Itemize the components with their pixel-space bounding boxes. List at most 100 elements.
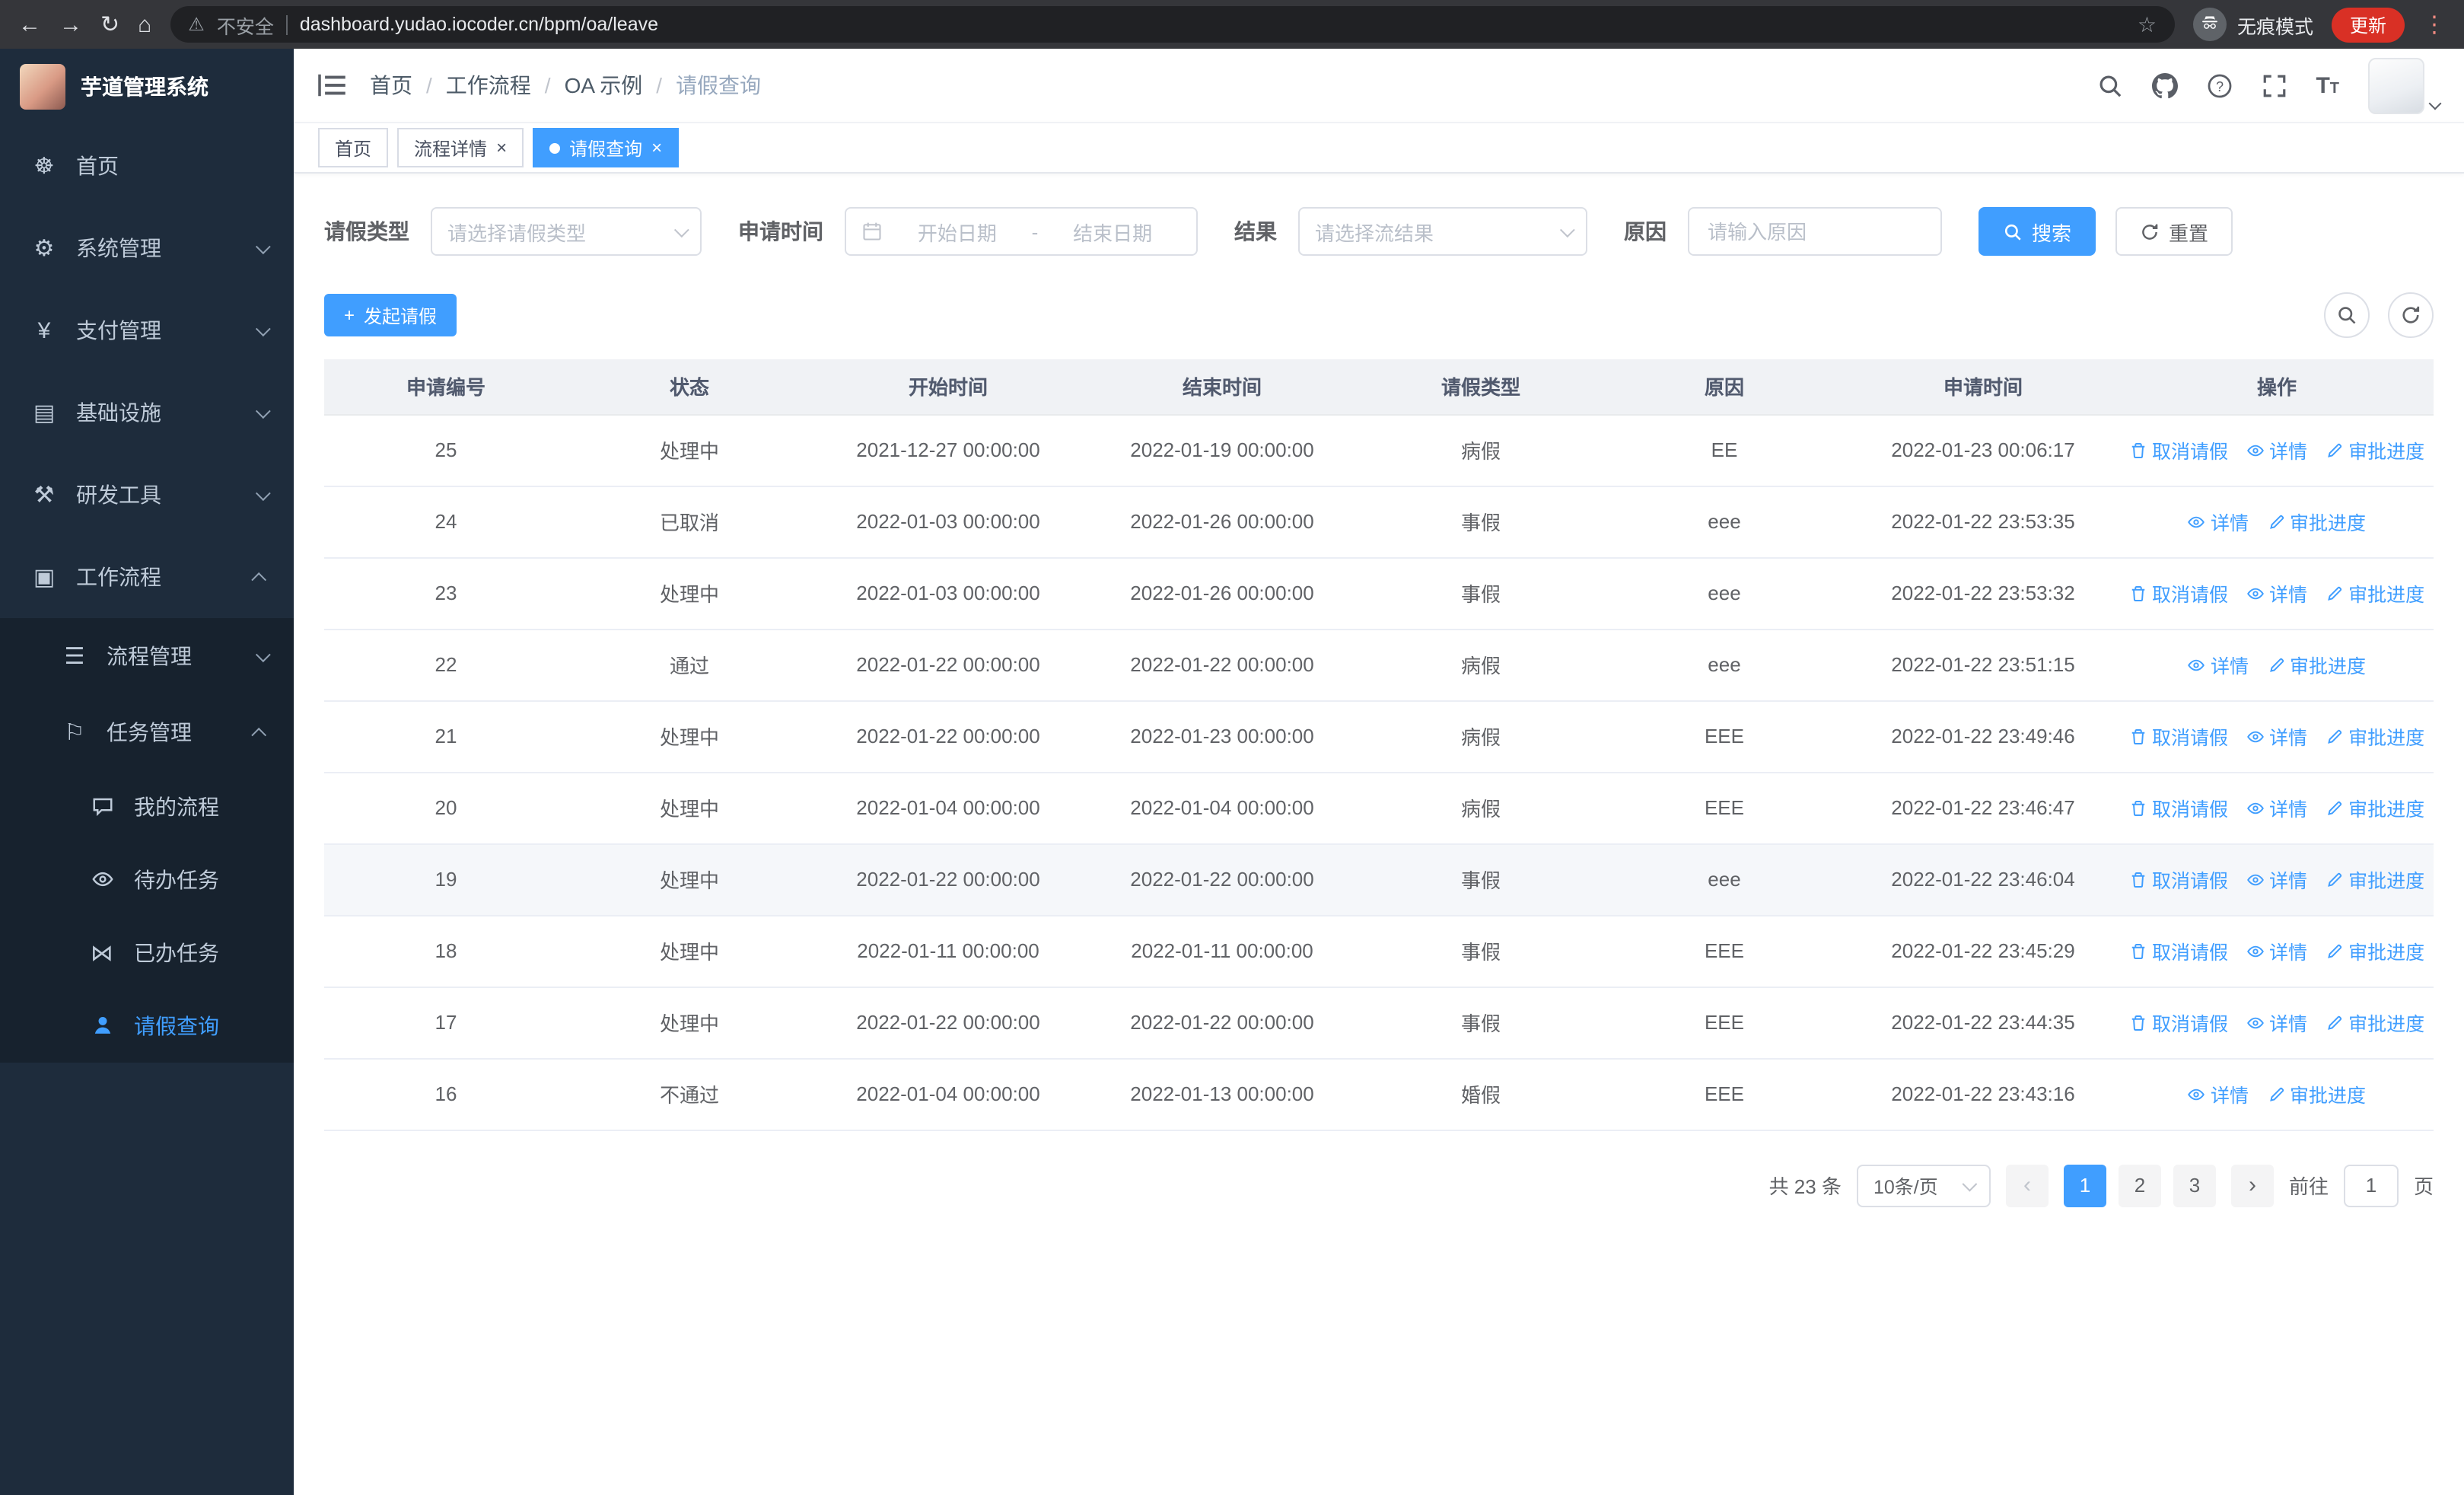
browser-menu-icon[interactable]: ⋮: [2423, 11, 2446, 38]
back-icon[interactable]: ←: [18, 13, 41, 36]
close-icon[interactable]: ×: [651, 139, 662, 157]
status-cell: 处理中: [568, 772, 811, 844]
breadcrumb-item[interactable]: 首页: [370, 70, 412, 100]
reset-button[interactable]: 重置: [2115, 207, 2233, 256]
reason-cell: eee: [1603, 557, 1846, 630]
row-actions-cell: 详情 审批进度: [2120, 486, 2434, 558]
action-label: 取消请假: [2152, 871, 2229, 892]
sidebar-item-infra[interactable]: ▤ 基础设施: [0, 371, 294, 454]
end-date-input[interactable]: 结束日期: [1044, 217, 1181, 246]
collapse-sidebar-icon[interactable]: [318, 73, 345, 97]
sidebar-item-todo-tasks[interactable]: 待办任务: [0, 843, 294, 916]
security-label[interactable]: 不安全: [217, 10, 274, 39]
tab-leave-query[interactable]: 请假查询 ×: [533, 128, 680, 167]
audit-progress-link[interactable]: 审批进度: [2326, 722, 2424, 751]
detail-link[interactable]: 详情: [2246, 722, 2307, 751]
forward-icon[interactable]: →: [59, 13, 82, 36]
sidebar-item-task-mgmt[interactable]: ⚐ 任务管理: [0, 694, 294, 770]
tab-home[interactable]: 首页: [318, 128, 389, 167]
cancel-leave-link[interactable]: 取消请假: [2129, 936, 2228, 965]
col-reason: 原因: [1603, 359, 1846, 415]
search-button[interactable]: 搜索: [1979, 207, 2096, 256]
app-logo[interactable]: 芋道管理系统: [0, 49, 294, 125]
help-icon[interactable]: ?: [2206, 72, 2232, 98]
sidebar-item-leave-query[interactable]: 请假查询: [0, 990, 294, 1063]
sidebar-item-label: 研发工具: [76, 483, 161, 507]
leave-type-select[interactable]: 请选择请假类型: [431, 207, 702, 256]
sidebar-item-system[interactable]: ⚙ 系统管理: [0, 207, 294, 289]
font-size-icon[interactable]: TT: [2316, 74, 2339, 97]
cancel-leave-link[interactable]: 取消请假: [2129, 1008, 2228, 1037]
reason-cell: eee: [1603, 629, 1846, 701]
detail-link[interactable]: 详情: [2246, 579, 2307, 607]
calendar-icon: [861, 221, 883, 242]
fullscreen-icon[interactable]: [2261, 72, 2287, 98]
detail-link[interactable]: 详情: [2246, 865, 2307, 894]
update-button[interactable]: 更新: [2331, 7, 2405, 42]
detail-link[interactable]: 详情: [2246, 1008, 2307, 1037]
reason-input[interactable]: [1688, 207, 1942, 256]
breadcrumb-item[interactable]: 工作流程: [446, 70, 531, 100]
audit-progress-link[interactable]: 审批进度: [2326, 579, 2424, 607]
sidebar-item-process-mgmt[interactable]: ☰ 流程管理: [0, 618, 294, 694]
cancel-leave-link[interactable]: 取消请假: [2129, 435, 2228, 464]
audit-progress-link[interactable]: 审批进度: [2267, 650, 2366, 679]
create-leave-button[interactable]: + 发起请假: [324, 294, 457, 336]
refresh-table-button[interactable]: [2388, 292, 2434, 338]
start-date-input[interactable]: 开始日期: [889, 217, 1026, 246]
page-button-2[interactable]: 2: [2118, 1164, 2161, 1207]
breadcrumb-item[interactable]: OA 示例: [565, 70, 643, 100]
github-icon[interactable]: [2151, 72, 2178, 98]
user-menu[interactable]: [2368, 57, 2442, 113]
tab-process-detail[interactable]: 流程详情 ×: [397, 128, 524, 167]
avatar[interactable]: [2368, 57, 2424, 113]
close-icon[interactable]: ×: [496, 139, 507, 157]
detail-link[interactable]: 详情: [2246, 936, 2307, 965]
audit-progress-link[interactable]: 审批进度: [2326, 865, 2424, 894]
detail-link[interactable]: 详情: [2188, 650, 2249, 679]
page-button-3[interactable]: 3: [2173, 1164, 2216, 1207]
tab-label: 请假查询: [569, 138, 643, 159]
detail-link[interactable]: 详情: [2188, 507, 2249, 536]
sidebar-item-workflow[interactable]: ▣ 工作流程: [0, 536, 294, 618]
apply-time-range-picker[interactable]: 开始日期 - 结束日期: [845, 207, 1198, 256]
prev-page-button[interactable]: ‹: [2005, 1164, 2049, 1207]
sidebar-item-devtools[interactable]: ⚒ 研发工具: [0, 454, 294, 536]
leave-type-cell: 病假: [1359, 629, 1603, 701]
browser-home-icon[interactable]: ⌂: [138, 13, 151, 36]
filter-form: 请假类型 请选择请假类型 申请时间 开始日期 - 结束日期 结果 请选择流结果 …: [324, 207, 2434, 256]
sidebar-item-my-process[interactable]: 我的流程: [0, 770, 294, 843]
cancel-leave-link[interactable]: 取消请假: [2129, 865, 2228, 894]
cancel-leave-link[interactable]: 取消请假: [2129, 793, 2228, 822]
page-unit-label: 页: [2413, 1175, 2434, 1198]
audit-progress-link[interactable]: 审批进度: [2267, 1079, 2366, 1108]
detail-link[interactable]: 详情: [2246, 793, 2307, 822]
audit-progress-link[interactable]: 审批进度: [2326, 435, 2424, 464]
address-bar[interactable]: ⚠ 不安全 dashboard.yudao.iocoder.cn/bpm/oa/…: [170, 6, 2175, 43]
page-button-1[interactable]: 1: [2063, 1164, 2106, 1207]
detail-link[interactable]: 详情: [2246, 435, 2307, 464]
sidebar-item-payment[interactable]: ¥ 支付管理: [0, 289, 294, 371]
next-page-button[interactable]: ›: [2230, 1164, 2274, 1207]
url-text[interactable]: dashboard.yudao.iocoder.cn/bpm/oa/leave: [300, 14, 2125, 35]
action-label: 取消请假: [2152, 942, 2229, 964]
result-select[interactable]: 请选择流结果: [1298, 207, 1587, 256]
bookmark-star-icon[interactable]: ☆: [2138, 11, 2157, 37]
audit-progress-link[interactable]: 审批进度: [2267, 507, 2366, 536]
reload-icon[interactable]: ↻: [100, 13, 119, 36]
table-row: 21 处理中 2022-01-22 00:00:00 2022-01-23 00:00…: [324, 700, 2434, 773]
search-icon[interactable]: [2096, 72, 2122, 98]
action-label: 审批进度: [2290, 656, 2367, 677]
sidebar-item-done-tasks[interactable]: ⋈ 已办任务: [0, 916, 294, 990]
cancel-leave-link[interactable]: 取消请假: [2129, 722, 2228, 751]
cancel-leave-link[interactable]: 取消请假: [2129, 579, 2228, 607]
audit-progress-link[interactable]: 审批进度: [2326, 1008, 2424, 1037]
page-size-select[interactable]: 10条/页: [1856, 1164, 1991, 1207]
sidebar-item-home[interactable]: ☸ 首页: [0, 125, 294, 207]
audit-progress-link[interactable]: 审批进度: [2326, 936, 2424, 965]
goto-page-input[interactable]: [2343, 1164, 2399, 1207]
range-separator: -: [1031, 220, 1039, 243]
audit-progress-link[interactable]: 审批进度: [2326, 793, 2424, 822]
toggle-search-button[interactable]: [2324, 292, 2370, 338]
detail-link[interactable]: 详情: [2188, 1079, 2249, 1108]
